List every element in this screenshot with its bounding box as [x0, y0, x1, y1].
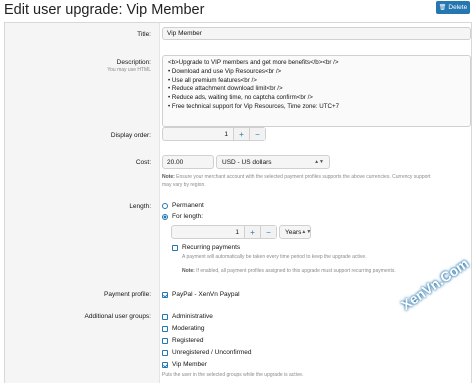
title-label: Title:: [137, 31, 151, 38]
trash-icon: 🗑: [438, 5, 447, 11]
permanent-label: Permanent: [172, 202, 204, 209]
currency-value: USD - US dollars: [222, 158, 272, 166]
length-unit-select[interactable]: Years ▲▼: [279, 225, 311, 239]
page-title: Edit user upgrade: Vip Member: [4, 2, 205, 18]
length-increment-button[interactable]: +: [244, 226, 260, 238]
length-for-length-option[interactable]: For length:: [162, 213, 203, 220]
length-unit-value: Years: [285, 228, 302, 236]
description-label: Description: You may use HTML: [107, 59, 151, 73]
description-hint: You may use HTML: [107, 67, 151, 73]
recurring-payments-option[interactable]: Recurring payments: [172, 244, 240, 251]
recurring-label: Recurring payments: [182, 244, 241, 251]
display-order-stepper[interactable]: 1 + −: [162, 127, 266, 141]
cost-amount-input[interactable]: 20.00: [162, 155, 214, 169]
user-group-checkbox[interactable]: [162, 337, 168, 344]
cost-label: Cost:: [135, 159, 151, 166]
recurring-note-bold: Note:: [182, 268, 195, 274]
for-length-label: For length:: [172, 213, 204, 220]
length-decrement-button[interactable]: −: [260, 226, 276, 238]
user-group-label: Unregistered / Unconfirmed: [172, 349, 252, 356]
user-group-option[interactable]: Unregistered / Unconfirmed: [162, 349, 251, 356]
recurring-note-text: If enabled, all payment profiles assigne…: [194, 268, 396, 274]
description-textarea[interactable]: <b>Upgrade to VIP members and get more b…: [162, 55, 471, 127]
user-group-label: Registered: [172, 337, 204, 344]
radio-permanent[interactable]: [162, 202, 168, 209]
increment-button[interactable]: +: [233, 128, 249, 140]
length-stepper[interactable]: 1 + −: [171, 225, 277, 239]
payment-profile-checkbox[interactable]: [162, 291, 168, 298]
delete-button[interactable]: 🗑 Delete: [436, 1, 470, 14]
user-group-checkbox[interactable]: [162, 349, 168, 356]
user-group-checkbox[interactable]: [162, 325, 168, 332]
display-order-value: 1: [224, 130, 228, 138]
delete-label: Delete: [448, 4, 468, 11]
decrement-button[interactable]: −: [249, 128, 265, 140]
user-group-checkbox[interactable]: [162, 361, 168, 368]
user-groups-label: Additional user groups:: [84, 313, 152, 320]
user-group-checkbox[interactable]: [162, 313, 168, 320]
chevron-updown-icon: ▲▼: [301, 229, 312, 235]
user-group-option[interactable]: Administrative: [162, 313, 213, 320]
user-groups-hint: Puts the user in the selected groups whi…: [162, 372, 304, 378]
recurring-hint: A payment will automatically be taken ev…: [182, 254, 367, 260]
radio-for-length[interactable]: [162, 213, 168, 220]
payment-profile-text: PayPal - XenVn Paypal: [172, 291, 240, 298]
cost-note: Note: Ensure your merchant account with …: [162, 174, 430, 180]
length-permanent-option[interactable]: Permanent: [162, 202, 204, 209]
description-label-text: Description:: [116, 59, 151, 66]
user-group-option[interactable]: Moderating: [162, 325, 205, 332]
cost-note-bold: Note:: [162, 174, 175, 180]
title-input[interactable]: Vip Member: [162, 27, 471, 40]
display-order-label: Display order:: [110, 132, 151, 139]
user-group-label: Moderating: [172, 325, 205, 332]
user-group-option[interactable]: Vip Member: [162, 361, 207, 368]
chevron-updown-icon: ▲▼: [314, 159, 324, 165]
cost-note-text: Ensure your merchant account with the se…: [174, 174, 431, 180]
length-value: 1: [235, 228, 239, 236]
payment-profile-label: Payment profile:: [104, 291, 151, 298]
user-group-label: Administrative: [172, 313, 213, 320]
payment-profile-option[interactable]: PayPal - XenVn Paypal: [162, 291, 240, 298]
recurring-checkbox[interactable]: [172, 244, 178, 251]
user-group-option[interactable]: Registered: [162, 337, 203, 344]
cost-note-line2: may vary by region.: [162, 182, 206, 188]
currency-select[interactable]: USD - US dollars ▲▼: [216, 155, 330, 169]
length-label: Length:: [129, 203, 151, 210]
upgrade-form: Title: Vip Member Description: You may u…: [4, 22, 472, 383]
user-group-label: Vip Member: [172, 361, 207, 368]
recurring-note: Note: If enabled, all payment profiles a…: [182, 268, 396, 274]
